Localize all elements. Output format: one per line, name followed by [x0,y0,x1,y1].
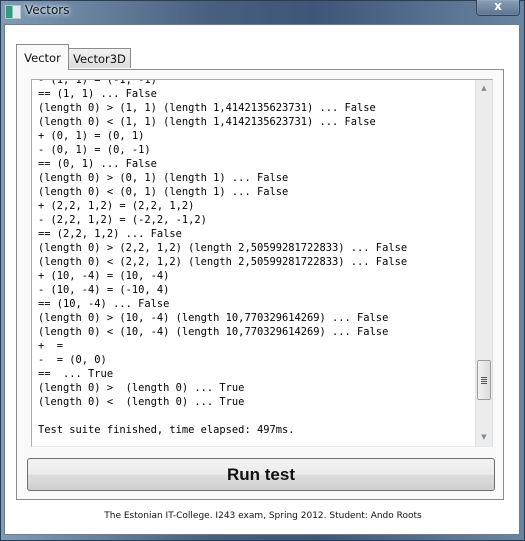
output-line: == (10, -4) ... False [38,298,170,310]
output-line: - (0, 1) = (0, -1) [38,144,151,156]
test-output-textbox[interactable]: - (1, 1) = (-1, -1) == (1, 1) ... False (l… [31,79,493,447]
output-line: (length 0) > (length 0) ... True [38,382,245,394]
output-line: - (1, 1) = (-1, -1) [38,79,157,86]
app-window: Vectors x Vector Vector3D - (1, 1) = (-1… [0,0,525,541]
test-output-text: - (1, 1) = (-1, -1) == (1, 1) ... False (l… [32,79,480,437]
tab-panel-vector: - (1, 1) = (-1, -1) == (1, 1) ... False (l… [16,69,504,500]
output-line: == ... True [38,368,114,380]
output-line: (length 0) < (2,2, 1,2) (length 2,505992… [38,256,408,268]
output-line: (length 0) < (0, 1) (length 1) ... False [38,186,289,198]
close-icon: x [494,0,502,13]
tab-vector3d[interactable]: Vector3D [68,48,131,68]
output-line: == (0, 1) ... False [38,158,157,170]
app-icon [5,5,21,19]
output-line: (length 0) > (2,2, 1,2) (length 2,505992… [38,242,408,254]
output-line: - (2,2, 1,2) = (-2,2, -1,2) [38,214,207,226]
output-line: (length 0) < (1, 1) (length 1,4142135623… [38,116,376,128]
window-client-area: Vector Vector3D - (1, 1) = (-1, -1) == (1… [4,24,520,535]
scroll-down-arrow-icon[interactable]: ▼ [476,429,492,446]
output-line: (length 0) > (0, 1) (length 1) ... False [38,172,289,184]
window-title: Vectors [25,3,70,17]
output-line: + (0, 1) = (0, 1) [38,130,145,142]
grip-icon [481,376,487,385]
scroll-up-arrow-icon[interactable]: ▲ [476,80,492,97]
tab-vector[interactable]: Vector [16,44,69,70]
output-line: (length 0) < (10, -4) (length 10,7703296… [38,326,389,338]
output-line: (length 0) > (10, -4) (length 10,7703296… [38,312,389,324]
output-line: + = [38,340,64,352]
output-line: + (2,2, 1,2) = (2,2, 1,2) [38,200,195,212]
output-line: + (10, -4) = (10, -4) [38,270,170,282]
scroll-thumb[interactable] [477,359,491,400]
title-bar[interactable]: Vectors x [1,0,524,25]
vertical-scrollbar[interactable]: ▲ ▼ [475,80,492,446]
output-line: (length 0) < (length 0) ... True [38,396,245,408]
run-test-button[interactable]: Run test [27,458,495,491]
output-line: - = (0, 0) [38,354,107,366]
output-line: (length 0) > (1, 1) (length 1,4142135623… [38,102,376,114]
output-line: == (2,2, 1,2) ... False [38,228,182,240]
footer-credits: The Estonian IT-College. I243 exam, Spri… [104,511,422,521]
output-line: == (1, 1) ... False [38,88,157,100]
output-line: - (10, -4) = (-10, 4) [38,284,170,296]
output-line: Test suite finished, time elapsed: 497ms… [38,424,295,436]
close-button[interactable]: x [476,0,520,16]
